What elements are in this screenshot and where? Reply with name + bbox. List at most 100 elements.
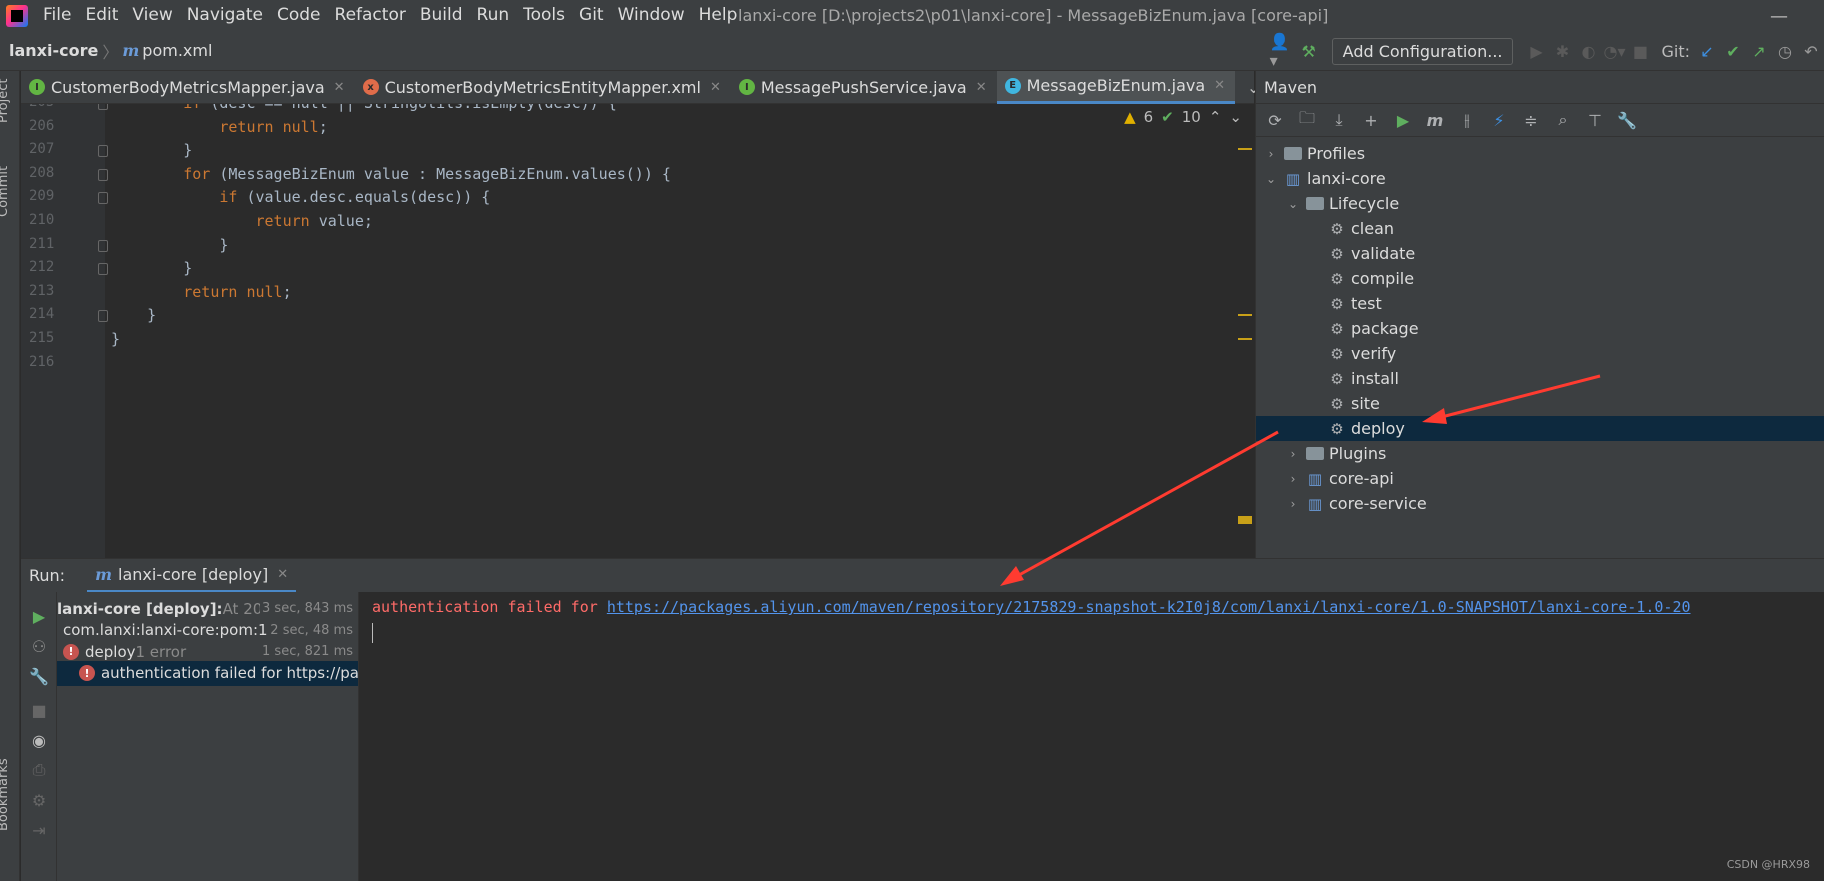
- maven-tree-item[interactable]: ⚙ site: [1256, 391, 1824, 416]
- chevron-right-icon[interactable]: ›: [1286, 497, 1300, 511]
- git-rollback-icon[interactable]: ↶: [1798, 38, 1824, 64]
- maven-tree-item[interactable]: ⚙ deploy: [1256, 416, 1824, 441]
- analyze-dependencies-icon[interactable]: ⌕: [1550, 107, 1576, 133]
- menu-help[interactable]: Help: [692, 0, 745, 31]
- menu-run[interactable]: Run: [470, 0, 517, 31]
- chevron-down-icon[interactable]: ⌄: [1286, 197, 1300, 211]
- inspection-widget[interactable]: ▲ 6 ✔ 10 ⌃ ⌄: [1124, 108, 1242, 126]
- fold-marker-icon[interactable]: [98, 310, 108, 323]
- maven-tree-item[interactable]: ⚙ package: [1256, 316, 1824, 341]
- close-icon[interactable]: ✕: [710, 80, 721, 95]
- console-output[interactable]: authentication failed for https://packag…: [359, 592, 1824, 881]
- fold-marker-icon[interactable]: [98, 145, 108, 158]
- maven-tree-item[interactable]: ⚙ clean: [1256, 216, 1824, 241]
- download-icon[interactable]: ⤓: [1326, 107, 1352, 133]
- code-editor[interactable]: 205 206 207 208 209 210 211 212 213 214 215 216 if …: [21, 104, 1254, 558]
- maven-tree-item[interactable]: › ▥ core-api: [1256, 466, 1824, 491]
- chevron-up-icon[interactable]: ⌃: [1209, 108, 1222, 126]
- coverage-icon[interactable]: ◐: [1575, 38, 1601, 64]
- menu-tools[interactable]: Tools: [516, 0, 572, 31]
- project-tool-button[interactable]: Project: [0, 79, 11, 123]
- editor-tab[interactable]: x CustomerBodyMetricsEntityMapper.xml ✕: [355, 71, 731, 104]
- build-hammer-icon[interactable]: ⚒: [1296, 38, 1322, 64]
- skip-tests-icon[interactable]: ⚡: [1486, 107, 1512, 133]
- execute-goal-icon[interactable]: m: [1422, 107, 1448, 133]
- eye-icon[interactable]: ◉: [29, 730, 49, 750]
- bookmarks-tool-button[interactable]: Bookmarks: [0, 758, 11, 831]
- settings-wrench-icon[interactable]: 🔧: [29, 666, 49, 686]
- chevron-right-icon[interactable]: ›: [1286, 472, 1300, 486]
- minimize-icon[interactable]: —: [1770, 6, 1788, 27]
- scroll-warning-mark[interactable]: [1238, 314, 1252, 316]
- add-icon[interactable]: +: [1358, 107, 1384, 133]
- breadcrumb-file[interactable]: pom.xml: [142, 41, 212, 60]
- profile-icon[interactable]: ◔▾: [1601, 38, 1627, 64]
- run-icon[interactable]: ▶: [1390, 107, 1416, 133]
- chevron-right-icon[interactable]: ›: [1286, 447, 1300, 461]
- fold-marker-icon[interactable]: [98, 104, 108, 110]
- editor-tab[interactable]: I CustomerBodyMetricsMapper.java ✕: [21, 71, 355, 104]
- menu-refactor[interactable]: Refactor: [328, 0, 413, 31]
- run-tab[interactable]: m lanxi-core [deploy] ✕: [87, 559, 297, 593]
- debug-icon[interactable]: ✱: [1549, 38, 1575, 64]
- maven-tree-item[interactable]: ⚙ test: [1256, 291, 1824, 316]
- git-update-icon[interactable]: ↙: [1694, 38, 1720, 64]
- editor-tab[interactable]: E MessageBizEnum.java ✕: [996, 70, 1236, 104]
- breadcrumb-project[interactable]: lanxi-core: [9, 41, 98, 60]
- stop-icon[interactable]: ■: [1627, 38, 1653, 64]
- run-icon[interactable]: ▶: [1523, 38, 1549, 64]
- menu-build[interactable]: Build: [413, 0, 470, 31]
- maven-tree-item[interactable]: ⌄ ▥ lanxi-core: [1256, 166, 1824, 191]
- maven-tree-item[interactable]: ⚙ compile: [1256, 266, 1824, 291]
- generate-sources-icon[interactable]: 🗀: [1294, 107, 1320, 133]
- exit-icon[interactable]: ⇥: [29, 820, 49, 840]
- menu-window[interactable]: Window: [611, 0, 692, 31]
- chevron-down-icon[interactable]: ⌄: [1264, 172, 1278, 186]
- reload-icon[interactable]: ⟳: [1262, 107, 1288, 133]
- git-history-icon[interactable]: ◷: [1772, 38, 1798, 64]
- collapse-icon[interactable]: ≑: [1518, 107, 1544, 133]
- editor-tab[interactable]: I MessagePushService.java ✕: [731, 71, 997, 104]
- rerun-icon[interactable]: ▶: [29, 606, 49, 626]
- scroll-warning-mark[interactable]: [1238, 338, 1252, 340]
- git-commit-icon[interactable]: ✔: [1720, 38, 1746, 64]
- add-configuration-button[interactable]: Add Configuration...: [1331, 37, 1514, 65]
- show-dependencies-icon[interactable]: ⊤: [1582, 107, 1608, 133]
- close-icon[interactable]: ✕: [277, 567, 288, 582]
- maven-tree-item[interactable]: ⌄ Lifecycle: [1256, 191, 1824, 216]
- toggle-offline-icon[interactable]: ⫲: [1454, 107, 1480, 133]
- maven-tree-item[interactable]: › Plugins: [1256, 441, 1824, 466]
- maven-tree-item[interactable]: ⚙ validate: [1256, 241, 1824, 266]
- git-push-icon[interactable]: ↗: [1746, 38, 1772, 64]
- chevron-down-icon[interactable]: ⌄: [1229, 108, 1242, 126]
- fold-marker-icon[interactable]: [98, 168, 108, 181]
- fold-marker-icon[interactable]: [98, 192, 108, 205]
- maven-tree-item[interactable]: ⚙ install: [1256, 366, 1824, 391]
- maven-tree-item[interactable]: › ▥ core-service: [1256, 491, 1824, 516]
- console-url-link[interactable]: https://packages.aliyun.com/maven/reposi…: [607, 598, 1691, 616]
- chevron-right-icon[interactable]: ›: [1264, 147, 1278, 161]
- stop-icon[interactable]: ■: [29, 700, 49, 720]
- menu-file[interactable]: File: [36, 0, 78, 31]
- gear-icon[interactable]: ⚙: [29, 790, 49, 810]
- close-icon[interactable]: ✕: [334, 80, 345, 95]
- maven-tree-item[interactable]: ⚙ verify: [1256, 341, 1824, 366]
- scroll-warning-mark[interactable]: [1238, 516, 1252, 524]
- menu-navigate[interactable]: Navigate: [180, 0, 270, 31]
- menu-git[interactable]: Git: [572, 0, 611, 31]
- commit-tool-button[interactable]: Commit: [0, 166, 11, 217]
- debug-icon[interactable]: ⚇: [29, 636, 49, 656]
- menu-code[interactable]: Code: [270, 0, 328, 31]
- close-icon[interactable]: ✕: [976, 80, 987, 95]
- maven-tree-item[interactable]: › Profiles: [1256, 141, 1824, 166]
- close-icon[interactable]: ✕: [1214, 78, 1225, 93]
- fold-marker-icon[interactable]: [98, 263, 108, 276]
- menu-view[interactable]: View: [125, 0, 179, 31]
- camera-icon[interactable]: ⎙: [29, 760, 49, 780]
- fold-marker-icon[interactable]: [98, 239, 108, 252]
- menu-edit[interactable]: Edit: [78, 0, 125, 31]
- user-icon[interactable]: 👤▾: [1270, 32, 1296, 70]
- settings-wrench-icon[interactable]: 🔧: [1614, 107, 1640, 133]
- scroll-warning-mark[interactable]: [1238, 148, 1252, 150]
- run-tree-item[interactable]: ! authentication failed for https://pa: [57, 660, 358, 686]
